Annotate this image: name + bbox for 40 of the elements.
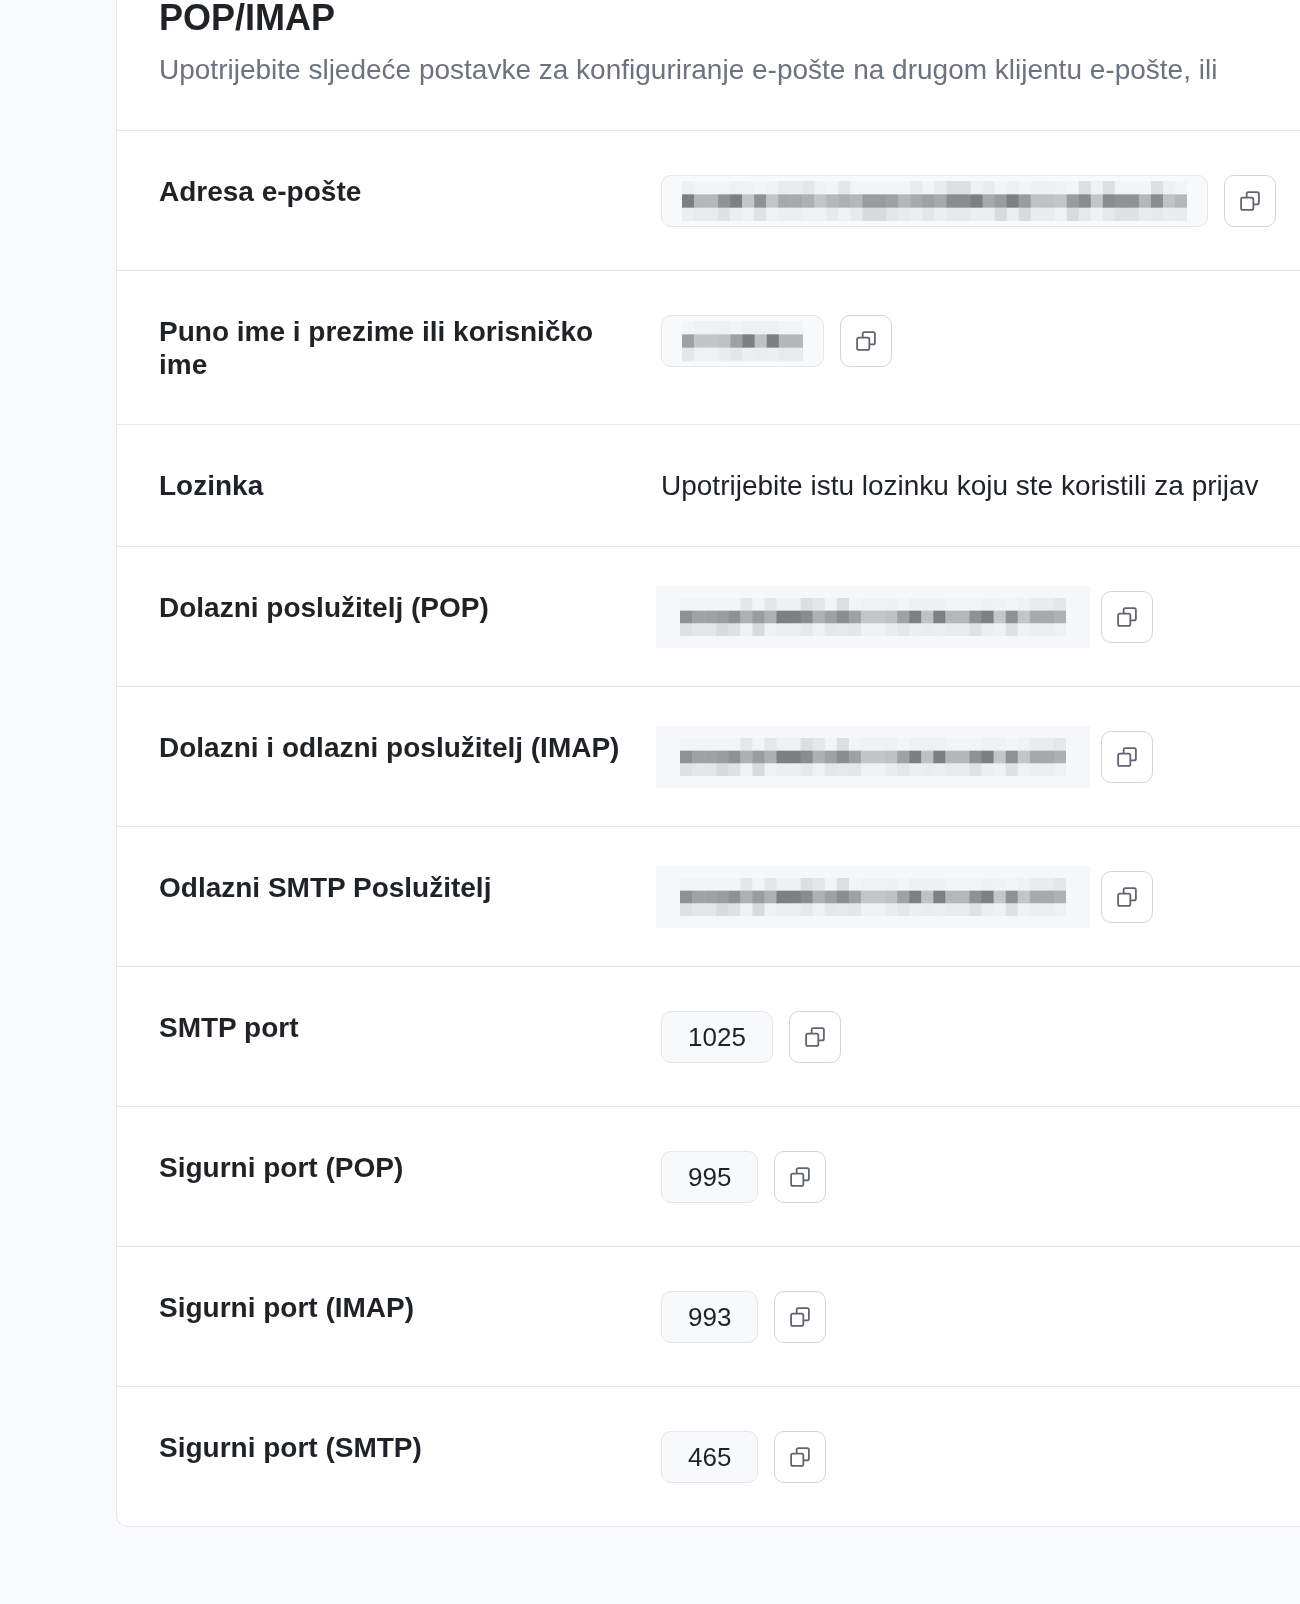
field-label: Sigurni port (SMTP) — [159, 1432, 422, 1463]
copy-button[interactable] — [1101, 731, 1153, 783]
copy-button[interactable] — [774, 1151, 827, 1203]
copy-icon — [804, 1027, 825, 1047]
value-field[interactable] — [661, 315, 824, 367]
section-title: POP/IMAP — [159, 0, 336, 36]
copy-icon — [1117, 887, 1137, 907]
field-label: Sigurni port (IMAP) — [159, 1292, 415, 1323]
field-label: Dolazni poslužitelj (POP) — [159, 592, 489, 623]
value-field[interactable]: 465 — [661, 1431, 759, 1483]
copy-icon — [790, 1167, 811, 1187]
value-field[interactable]: 995 — [661, 1151, 759, 1203]
copy-icon — [1117, 747, 1137, 767]
field-label: Dolazni i odlazni poslužitelj (IMAP) — [159, 732, 620, 763]
copy-button[interactable] — [1101, 871, 1153, 923]
field-label: Adresa e-pošte — [159, 176, 362, 207]
copy-button[interactable] — [1224, 175, 1276, 227]
field-label: SMTP port — [159, 1012, 299, 1043]
value-field[interactable]: 1025 — [661, 1011, 773, 1063]
pixelated-field[interactable] — [656, 726, 1090, 788]
copy-icon — [856, 331, 876, 351]
copy-button[interactable] — [840, 315, 892, 367]
copy-icon — [790, 1307, 811, 1327]
field-label: Sigurni port (POP) — [159, 1152, 404, 1183]
copy-button[interactable] — [774, 1291, 827, 1343]
field-label: Odlazni SMTP Poslužitelj — [159, 872, 492, 903]
copy-icon — [790, 1447, 811, 1467]
value-field[interactable] — [661, 175, 1208, 227]
pixelated-field[interactable] — [656, 866, 1090, 928]
copy-button[interactable] — [1101, 591, 1153, 643]
section-description: Upotrijebite sljedeće postavke za konfiguriranje e-pošte na drugom klijentu e-pošte, ili — [159, 53, 1218, 87]
pixelated-field[interactable] — [656, 586, 1090, 648]
password-note: Upotrijebite istu lozinku koju ste koristili za prijav — [661, 470, 1259, 501]
copy-button[interactable] — [788, 1011, 841, 1063]
copy-icon — [1240, 191, 1260, 211]
copy-icon — [1117, 607, 1137, 627]
field-label: Puno ime i prezime ili korisničko ime — [159, 316, 594, 380]
value-field[interactable]: 993 — [661, 1291, 759, 1343]
copy-button[interactable] — [774, 1431, 827, 1483]
field-label: Lozinka — [159, 470, 264, 501]
